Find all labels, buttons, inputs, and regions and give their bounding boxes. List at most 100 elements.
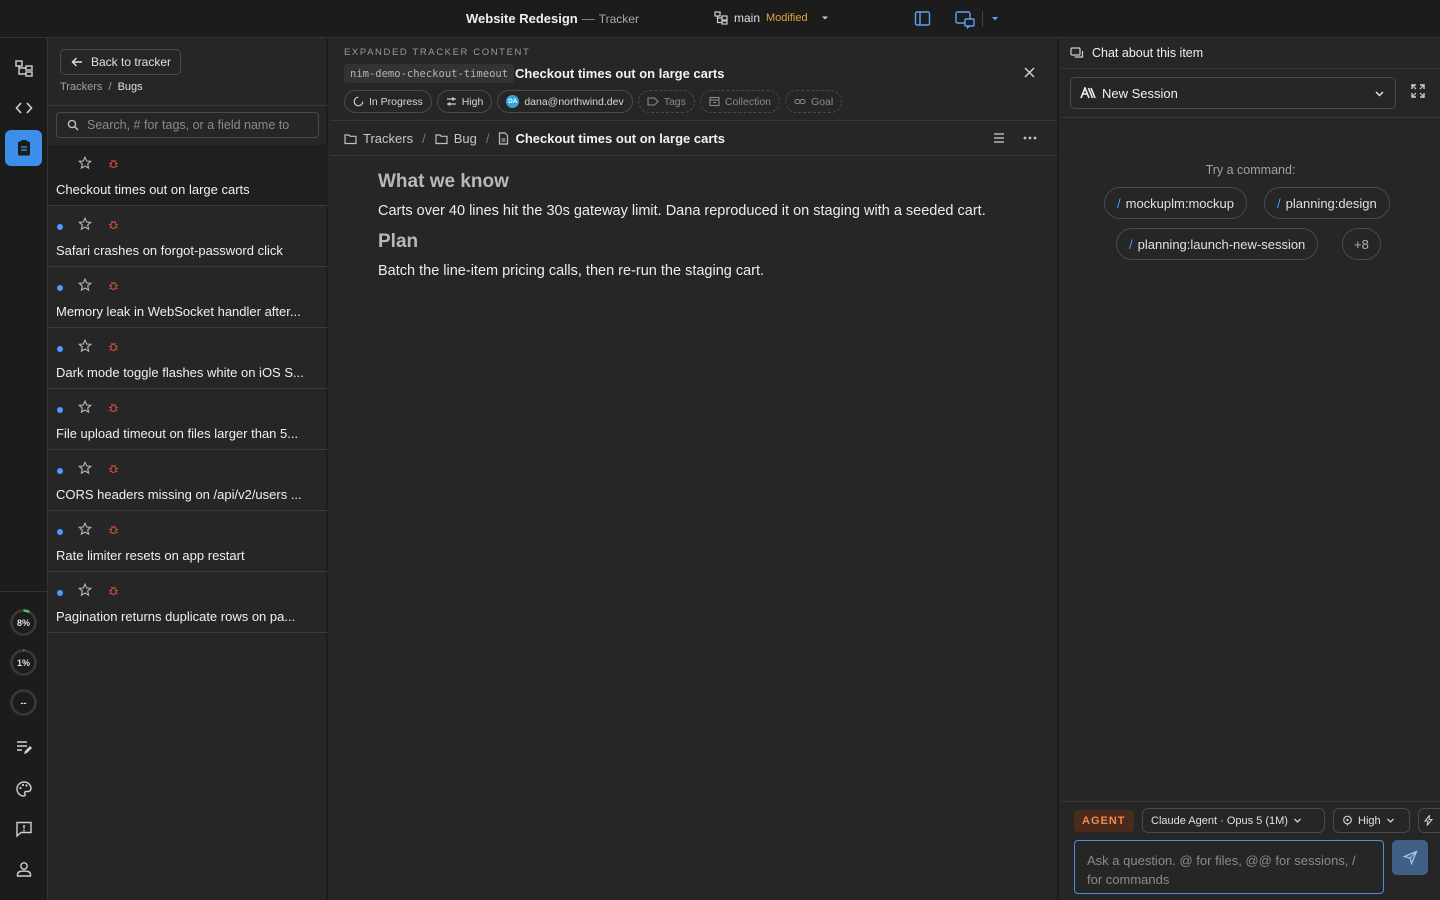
divider: [1061, 801, 1440, 802]
bug-icon: [108, 524, 119, 535]
expand-chat-button[interactable]: [1411, 84, 1425, 98]
session-select[interactable]: New Session: [1070, 77, 1396, 109]
quick-action-button[interactable]: [1418, 808, 1440, 833]
command-chip-design[interactable]: / planning:design: [1264, 187, 1390, 219]
clipboard-icon: [17, 140, 30, 156]
back-to-tracker-button[interactable]: Back to tracker: [60, 49, 181, 75]
code-icon: [14, 102, 33, 114]
breadcrumb-current: Checkout times out on large carts: [515, 131, 725, 146]
command-chip-launch[interactable]: / planning:launch-new-session: [1116, 228, 1319, 260]
tracker-list-item[interactable]: CORS headers missing on /api/v2/users ..…: [48, 450, 328, 511]
back-label: Back to tracker: [91, 55, 172, 69]
chat-input-placeholder: Ask a question. @ for files, @@ for sess…: [1087, 853, 1356, 887]
avatar: DA: [506, 95, 520, 108]
rail-code-button[interactable]: [5, 90, 42, 126]
tracker-list-item[interactable]: Safari crashes on forgot-password click: [48, 206, 328, 267]
collection-chip[interactable]: Collection: [699, 90, 781, 113]
chat-message-input[interactable]: Ask a question. @ for files, @@ for sess…: [1074, 840, 1384, 894]
star-icon[interactable]: [78, 522, 92, 536]
branch-icon: [714, 11, 728, 25]
usage-gauge-2[interactable]: 1%: [9, 648, 38, 677]
user-icon: [16, 862, 31, 877]
close-button[interactable]: [1023, 66, 1036, 79]
tracker-list-item[interactable]: Memory leak in WebSocket handler after..…: [48, 267, 328, 328]
tracker-item-title: Memory leak in WebSocket handler after..…: [56, 304, 301, 319]
usage-gauge-3[interactable]: --: [9, 688, 38, 717]
breadcrumb-bug[interactable]: Bug: [454, 131, 477, 146]
command-chip-mockup[interactable]: / mockuplm:mockup: [1104, 187, 1247, 219]
rail-sessions-button[interactable]: [5, 50, 42, 86]
document-body[interactable]: What we know Carts over 40 lines hit the…: [378, 170, 1018, 290]
bug-icon: [108, 463, 119, 474]
tracker-item-title: Dark mode toggle flashes white on iOS S.…: [56, 365, 304, 380]
tracker-list-item[interactable]: Checkout times out on large carts: [48, 145, 328, 206]
effort-select[interactable]: High: [1333, 808, 1410, 833]
close-icon: [1024, 67, 1035, 78]
layout-menu-button[interactable]: [990, 14, 1000, 24]
more-commands-chip[interactable]: +8: [1342, 228, 1381, 260]
tracker-list-item[interactable]: Dark mode toggle flashes white on iOS S.…: [48, 328, 328, 389]
chevron-down-icon: [1386, 818, 1394, 823]
goal-chip[interactable]: Goal: [785, 90, 843, 113]
usage-gauge-1[interactable]: 8%: [9, 608, 38, 637]
unread-indicator: [57, 407, 63, 413]
star-icon[interactable]: [78, 156, 92, 170]
breadcrumb-trackers[interactable]: Trackers: [60, 81, 102, 93]
tag-icon: [647, 97, 659, 106]
search-input[interactable]: Search, # for tags, or a field name to: [56, 112, 319, 138]
rail-account-button[interactable]: [5, 851, 42, 887]
tracker-item-title: File upload timeout on files larger than…: [56, 426, 299, 441]
tracker-list-panel: Back to tracker Trackers / Bugs Search, …: [48, 38, 328, 900]
edit-list-icon: [16, 741, 32, 754]
outline-icon[interactable]: [992, 131, 1006, 145]
palette-icon: [15, 781, 32, 797]
breadcrumb-bugs: Bugs: [117, 81, 143, 93]
more-icon[interactable]: [1022, 131, 1038, 145]
breadcrumb-trackers[interactable]: Trackers: [363, 131, 413, 146]
star-icon[interactable]: [78, 217, 92, 231]
agent-mode-badge[interactable]: AGENT: [1074, 810, 1134, 832]
star-icon[interactable]: [78, 339, 92, 353]
branch-name: main: [734, 11, 761, 25]
assignee-chip[interactable]: DA dana@northwind.dev: [497, 90, 633, 113]
star-icon[interactable]: [78, 278, 92, 292]
tags-chip[interactable]: Tags: [637, 90, 695, 113]
star-icon[interactable]: [78, 583, 92, 597]
model-select[interactable]: Claude Agent · Opus 5 (1M): [1142, 808, 1325, 833]
rail-tracker-button[interactable]: [5, 130, 42, 166]
chat-panel: Chat about this item New Session Try a c…: [1061, 38, 1440, 900]
brain-icon: [1343, 815, 1352, 826]
priority-chip[interactable]: High: [436, 90, 493, 113]
tracker-item-title: Checkout times out on large carts: [56, 182, 250, 197]
lightning-icon: [1424, 815, 1433, 826]
rail-feedback-button[interactable]: [5, 811, 42, 847]
try-command-label: Try a command:: [1205, 163, 1296, 177]
collection-icon: [709, 96, 720, 107]
star-icon[interactable]: [78, 461, 92, 475]
project-name: Website Redesign: [466, 11, 578, 26]
gauge-value: 1%: [16, 657, 30, 668]
send-button[interactable]: [1392, 840, 1428, 875]
property-chips: In Progress High DA dana@northwind.dev T…: [344, 90, 843, 113]
list-breadcrumb: Trackers / Bugs: [60, 81, 143, 93]
divider: [330, 120, 1057, 121]
star-icon[interactable]: [78, 400, 92, 414]
unread-indicator: [57, 285, 63, 291]
unread-indicator: [57, 224, 63, 230]
chevron-down-icon: [821, 16, 828, 20]
tracker-list-item[interactable]: Pagination returns duplicate rows on pa.…: [48, 572, 328, 633]
status-chip[interactable]: In Progress: [344, 90, 432, 113]
search-placeholder: Search, # for tags, or a field name to: [87, 118, 290, 132]
tracker-list-item[interactable]: File upload timeout on files larger than…: [48, 389, 328, 450]
branch-selector[interactable]: main Modified: [714, 11, 830, 25]
rail-prompts-button[interactable]: [5, 729, 42, 765]
toggle-chat-panel-button[interactable]: [955, 10, 976, 29]
tracker-list-item[interactable]: Rate limiter resets on app restart: [48, 511, 328, 572]
tracker-item-title: Safari crashes on forgot-password click: [56, 243, 283, 258]
toggle-sidebar-button[interactable]: [914, 10, 931, 27]
tracker-detail-panel: EXPANDED TRACKER CONTENT nim-demo-checko…: [330, 38, 1059, 900]
section-heading: Plan: [378, 231, 419, 252]
bug-icon: [108, 585, 119, 596]
gauge-value: --: [20, 697, 27, 708]
rail-theme-button[interactable]: [5, 771, 42, 807]
